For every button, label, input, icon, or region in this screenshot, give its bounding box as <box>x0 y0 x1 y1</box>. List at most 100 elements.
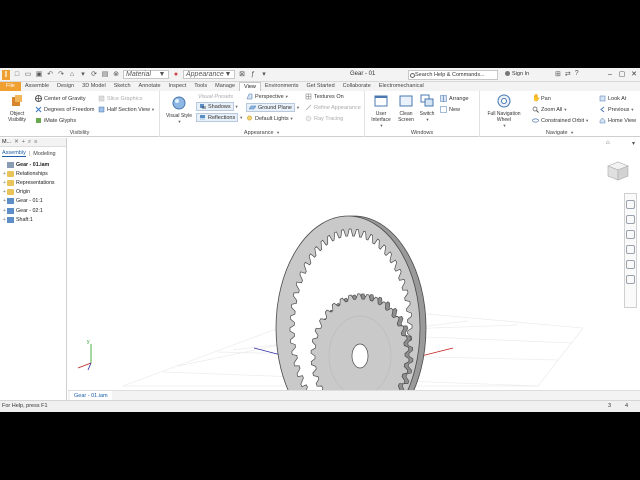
imate-glyphs-toggle[interactable]: iMate Glyphs <box>35 116 76 125</box>
pan-button[interactable]: ✋ Pan <box>532 94 551 103</box>
home-view-button[interactable]: Home View <box>599 116 636 125</box>
visual-style-button[interactable]: Visual Style ▼ <box>163 96 195 125</box>
material-clear-icon[interactable]: ⊗ <box>112 71 120 79</box>
open-icon[interactable]: ▭ <box>24 71 32 79</box>
home-view-icon[interactable]: ⌂ <box>606 140 610 146</box>
browser-menu-icon[interactable]: ≡ <box>34 139 37 145</box>
nav-wheel-icon[interactable] <box>626 200 635 209</box>
tab-electromechanical[interactable]: Electromechanical <box>375 82 428 91</box>
tree-node[interactable]: + Representations <box>0 178 66 187</box>
appearance-dropdown[interactable]: Appearance ▼ <box>183 70 235 79</box>
tab-collaborate[interactable]: Collaborate <box>339 82 375 91</box>
tab-sketch[interactable]: Sketch <box>110 82 135 91</box>
imate-glyphs-icon <box>36 118 41 123</box>
redo-icon[interactable]: ↷ <box>57 71 65 79</box>
user-interface-button[interactable]: User Interface ▼ <box>369 94 393 129</box>
inventor-logo-icon[interactable]: I <box>2 69 10 80</box>
object-visibility-button[interactable]: Object Visibility <box>3 94 31 123</box>
reflections-dropdown[interactable]: Reflections ▼ <box>196 113 243 122</box>
browser-tab-assembly[interactable]: Assembly <box>2 150 26 157</box>
half-section-view-button[interactable]: Half Section View ▼ <box>98 105 155 114</box>
default-lights-dropdown[interactable]: Default Lights ▼ <box>246 114 294 123</box>
tree-node[interactable]: + Shaft:1 <box>0 215 66 224</box>
maximize-button[interactable]: ▢ <box>616 68 628 81</box>
tab-tools[interactable]: Tools <box>190 82 211 91</box>
select-icon[interactable]: ▾ <box>79 71 87 79</box>
close-button[interactable]: ✕ <box>628 68 640 81</box>
material-dropdown[interactable]: Material ▼ <box>123 70 169 79</box>
viewcube[interactable] <box>604 160 632 184</box>
appearance-panel-title: Appearance ▼ <box>243 130 281 136</box>
part-icon <box>7 207 14 214</box>
gear-assembly[interactable] <box>275 215 427 412</box>
ray-tracing-button[interactable]: Ray Tracing <box>305 114 343 123</box>
clean-screen-button[interactable]: Clean Screen <box>395 94 417 123</box>
tab-file[interactable]: File <box>0 82 21 91</box>
nav-lookat-icon[interactable] <box>626 260 635 269</box>
browser-search-icon[interactable]: ⌕ <box>28 139 31 146</box>
tab-design[interactable]: Design <box>53 82 78 91</box>
minimize-button[interactable]: – <box>604 68 616 81</box>
clear-appearance-icon[interactable]: ⊠ <box>238 71 246 79</box>
tree-node[interactable]: + Gear - 01:1 <box>0 197 66 206</box>
help-icon[interactable]: ? <box>575 70 579 78</box>
tab-annotate[interactable]: Annotate <box>135 82 165 91</box>
browser-tab-modeling[interactable]: Modeling <box>33 151 55 157</box>
customize-icon[interactable]: ▾ <box>260 71 268 79</box>
center-of-gravity-toggle[interactable]: Center of Gravity <box>35 94 86 103</box>
tab-manage[interactable]: Manage <box>211 82 239 91</box>
search-input[interactable]: Search Help & Commands... <box>408 70 498 80</box>
new-window-button[interactable]: New <box>440 105 460 114</box>
close-browser-icon[interactable]: ✕ <box>14 139 19 145</box>
perspective-dropdown[interactable]: Perspective ▼ <box>246 92 289 101</box>
fx-icon[interactable]: ƒ <box>249 71 257 79</box>
save-icon[interactable]: ▣ <box>35 71 43 79</box>
degrees-of-freedom-toggle[interactable]: Degrees of Freedom <box>35 105 94 114</box>
viewcube-menu-icon[interactable]: ▾ <box>632 140 635 147</box>
refine-appearance-button[interactable]: Refine Appearance <box>305 103 361 112</box>
zoom-all-button[interactable]: Zoom All ▼ <box>532 105 567 114</box>
add-browser-icon[interactable]: + <box>22 139 25 145</box>
nav-pan-icon[interactable] <box>626 215 635 224</box>
full-navigation-wheel-button[interactable]: Full Navigation Wheel ▼ <box>484 94 524 129</box>
cart-icon[interactable]: ⊞ <box>555 70 561 78</box>
new-icon[interactable]: □ <box>13 71 21 79</box>
tab-environments[interactable]: Environments <box>261 82 303 91</box>
sign-in-button[interactable]: Sign In <box>505 71 529 77</box>
graphics-window[interactable]: y <box>68 138 640 412</box>
navigate-panel-title: Navigate ▼ <box>545 130 575 136</box>
visibility-panel-title: Visibility <box>69 130 90 136</box>
slice-graphics-button[interactable]: Slice Graphics <box>98 94 142 103</box>
visibility-panel: Object Visibility Center of Gravity Degr… <box>0 91 160 137</box>
arrange-button[interactable]: Arrange <box>440 94 469 103</box>
tab-get-started[interactable]: Get Started <box>303 82 339 91</box>
nav-customize-icon[interactable] <box>626 275 635 284</box>
textures-on-toggle[interactable]: Textures On <box>305 92 344 101</box>
update-icon[interactable]: ⟳ <box>90 71 98 79</box>
viewport-canvas[interactable]: y <box>68 138 640 412</box>
undo-icon[interactable]: ↶ <box>46 71 54 79</box>
nav-zoom-icon[interactable] <box>626 230 635 239</box>
status-count-2: 4 <box>625 403 629 409</box>
home-view-icon <box>599 117 606 124</box>
look-at-button[interactable]: Look At <box>599 94 626 103</box>
tree-node[interactable]: + Gear - 02:1 <box>0 206 66 215</box>
refine-appearance-icon <box>305 104 312 111</box>
degrees-of-freedom-icon <box>35 106 42 113</box>
tab-inspect[interactable]: Inspect <box>165 82 191 91</box>
tree-node[interactable]: Gear - 01.iam <box>0 160 66 169</box>
previous-view-button[interactable]: Previous ▼ <box>599 105 634 114</box>
nav-orbit-icon[interactable] <box>626 245 635 254</box>
tab-3d-model[interactable]: 3D Model <box>78 82 110 91</box>
measure-icon[interactable]: ▤ <box>101 71 109 79</box>
tab-assemble[interactable]: Assemble <box>21 82 53 91</box>
tree-node[interactable]: + Relationships <box>0 169 66 178</box>
tree-node[interactable]: + Origin <box>0 188 66 197</box>
home-icon[interactable]: ⌂ <box>68 71 76 79</box>
tab-view[interactable]: View <box>239 82 261 91</box>
switch-button[interactable]: Switch ▼ <box>418 94 436 123</box>
ground-plane-dropdown[interactable]: Ground Plane ▼ <box>246 103 300 112</box>
exchange-icon[interactable]: ⇄ <box>565 70 571 78</box>
constrained-orbit-button[interactable]: Constrained Orbit ▼ <box>532 116 589 125</box>
shadows-dropdown[interactable]: Shadows ▼ <box>196 102 239 111</box>
